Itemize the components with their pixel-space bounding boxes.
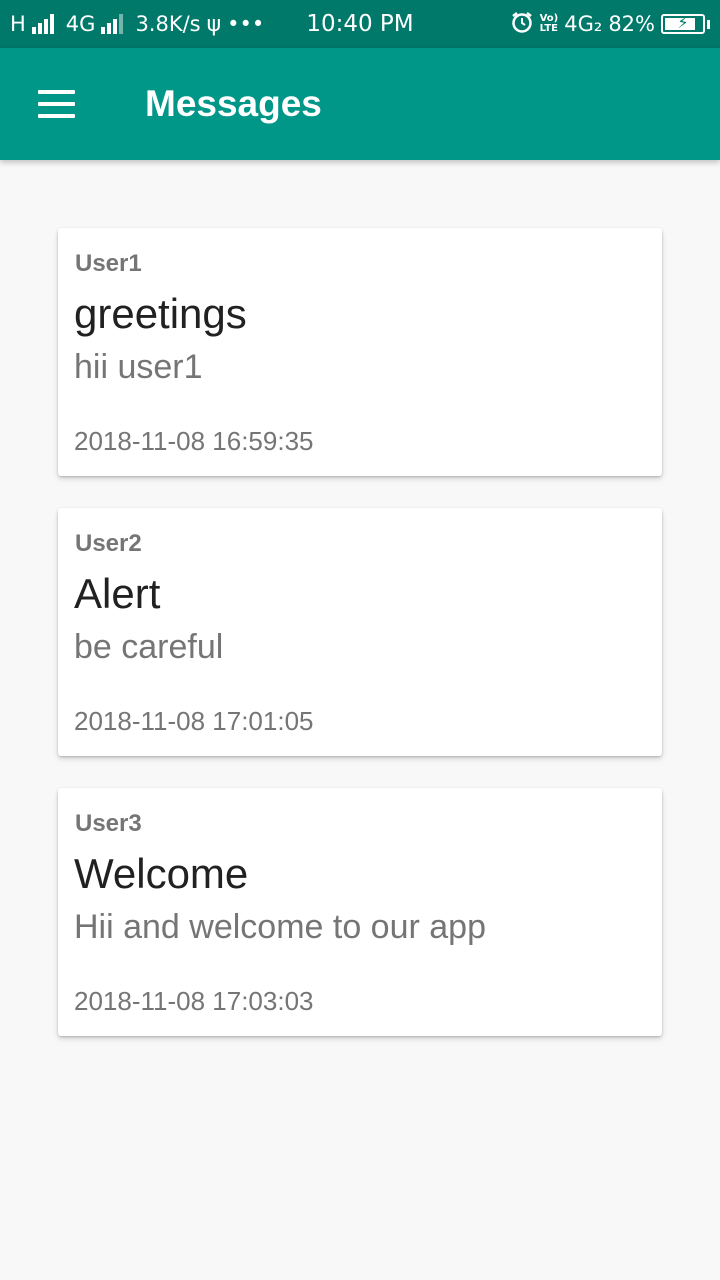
message-card[interactable]: User1 greetings hii user1 2018-11-08 16:… [58,228,662,476]
usb-icon: ψ [206,11,222,37]
clock: 10:40 PM [306,11,414,37]
battery-icon: ⚡ [661,13,705,34]
status-bar-left: H 4G 3.8K/s ψ ••• [10,0,264,48]
message-body: Hii and welcome to our app [74,908,487,946]
message-timestamp: 2018-11-08 16:59:35 [74,426,314,456]
page-title: Messages [145,83,322,124]
hamburger-menu-icon [38,90,75,94]
network-type-4g: 4G [65,12,96,36]
lte-label: LTE [539,23,558,34]
message-card[interactable]: User2 Alert be careful 2018-11-08 17:01:… [58,508,662,756]
message-sender: User1 [75,250,142,277]
hamburger-line [38,102,75,106]
volte-icon: Vo) LTE [540,14,559,34]
message-sender: User2 [75,530,142,557]
network-type-4g2: 4G₂ [564,12,603,36]
battery-percent: 82% [608,12,655,36]
network-type-h: H [10,12,26,36]
hamburger-line [38,114,75,118]
message-body: hii user1 [74,348,203,386]
message-timestamp: 2018-11-08 17:01:05 [74,706,314,736]
signal-strength-icon [31,14,54,34]
message-card[interactable]: User3 Welcome Hii and welcome to our app… [58,788,662,1036]
network-speed: 3.8K/s [135,12,201,36]
signal-strength-2-icon [101,14,124,34]
navigation-menu-button[interactable] [26,78,86,130]
more-notifications-icon: ••• [227,12,265,36]
message-sender: User3 [75,810,142,837]
alarm-icon [510,10,534,39]
message-subject: greetings [74,290,247,337]
battery-tip [707,19,710,29]
message-body: be careful [74,628,224,666]
charging-icon: ⚡ [677,13,689,32]
status-bar-right: Vo) LTE 4G₂ 82% ⚡ [510,0,710,48]
message-timestamp: 2018-11-08 17:03:03 [74,986,314,1016]
app-bar: Messages [0,48,720,160]
status-bar: H 4G 3.8K/s ψ ••• 10:40 PM Vo) LTE 4G₂ 8… [0,0,720,48]
message-subject: Welcome [74,850,249,897]
message-subject: Alert [74,570,161,617]
